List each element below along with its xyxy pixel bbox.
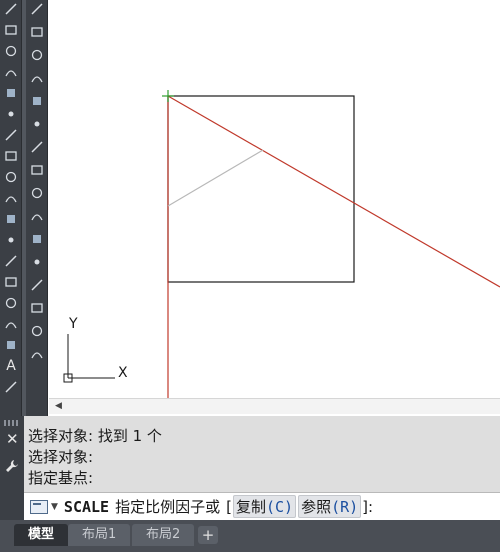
break-icon[interactable] xyxy=(29,255,45,269)
polyline-icon[interactable] xyxy=(3,44,19,58)
command-history: 选择对象: 找到 1 个 选择对象: 指定基点: xyxy=(28,426,496,489)
join-icon[interactable] xyxy=(29,278,45,292)
add-selected-icon[interactable] xyxy=(3,380,19,394)
region-icon[interactable] xyxy=(3,317,19,331)
option-bracket-open: [ xyxy=(226,497,232,516)
command-history-line: 选择对象: 找到 1 个 xyxy=(28,427,162,445)
mirror-icon[interactable] xyxy=(29,48,45,62)
drawing-canvas[interactable]: Y X xyxy=(49,0,500,398)
tab-layout1[interactable]: 布局1 xyxy=(68,524,131,546)
chamfer-icon[interactable] xyxy=(29,301,45,315)
insert-block-icon[interactable] xyxy=(3,212,19,226)
option-reference-button[interactable]: 参照(R) xyxy=(298,495,362,518)
scale-icon[interactable] xyxy=(29,163,45,177)
tab-layout2[interactable]: 布局2 xyxy=(132,524,195,546)
ucs-icon: Y X xyxy=(63,316,128,383)
line-icon[interactable] xyxy=(3,2,19,16)
option-copy-button[interactable]: 复制(C) xyxy=(232,495,297,518)
arc-icon[interactable] xyxy=(3,107,19,121)
gradient-icon[interactable] xyxy=(3,296,19,310)
command-line-input[interactable]: ▼ SCALE 指定比例因子或 [ 复制(C) 参照(R) ]: xyxy=(24,492,500,520)
command-window-sidebar: ✕ xyxy=(0,416,24,520)
command-history-line: 指定基点: xyxy=(28,469,94,487)
option-reference-key: (R) xyxy=(331,498,359,516)
polygon-icon[interactable] xyxy=(3,65,19,79)
rotate-icon[interactable] xyxy=(29,140,45,154)
scale-preview-line xyxy=(167,149,264,207)
horizontal-scrollbar[interactable]: ◀ xyxy=(49,398,500,414)
text-icon[interactable]: A xyxy=(3,358,19,374)
revcloud-icon[interactable] xyxy=(3,149,19,163)
copy-icon[interactable] xyxy=(29,25,45,39)
scroll-left-arrow-icon[interactable]: ◀ xyxy=(55,401,62,411)
command-prompt: SCALE 指定比例因子或 [ 复制(C) 参照(R) ]: xyxy=(64,495,373,518)
rectangle-icon[interactable] xyxy=(3,86,19,100)
command-prompt-icon[interactable] xyxy=(30,499,48,514)
table-icon[interactable] xyxy=(3,338,19,352)
command-history-line: 选择对象: xyxy=(28,448,94,466)
explode-icon[interactable] xyxy=(29,347,45,361)
wrench-icon[interactable] xyxy=(5,459,19,473)
option-copy-label: 复制 xyxy=(235,498,266,516)
tab-model[interactable]: 模型 xyxy=(14,524,69,546)
chevron-down-icon[interactable]: ▼ xyxy=(51,502,58,512)
point-icon[interactable] xyxy=(3,254,19,268)
draw-toolbar xyxy=(0,0,22,416)
erase-icon[interactable] xyxy=(29,2,45,16)
hatch-icon[interactable] xyxy=(3,275,19,289)
command-prompt-text: 指定比例因子或 xyxy=(115,498,221,516)
circle-icon[interactable] xyxy=(3,128,19,142)
ellipse-icon[interactable] xyxy=(3,191,19,205)
fillet-icon[interactable] xyxy=(29,324,45,338)
ucs-x-label: X xyxy=(118,365,128,381)
array-icon[interactable] xyxy=(29,94,45,108)
option-reference-label: 参照 xyxy=(301,498,332,516)
option-copy-key: (C) xyxy=(265,498,294,516)
command-window-grip-icon[interactable] xyxy=(4,420,20,426)
offset-icon[interactable] xyxy=(29,71,45,85)
option-bracket-close: ]: xyxy=(362,497,374,516)
trim-icon[interactable] xyxy=(29,209,45,223)
spline-icon[interactable] xyxy=(3,170,19,184)
rubber-band-diagonal-line xyxy=(167,95,500,288)
stretch-icon[interactable] xyxy=(29,186,45,200)
extend-icon[interactable] xyxy=(29,232,45,246)
layout-tab-bar: 模型 布局1 布局2 + xyxy=(0,520,500,552)
drawing-svg: Y X xyxy=(63,90,500,398)
current-command-name: SCALE xyxy=(63,497,110,516)
command-window: ✕ 选择对象: 找到 1 个 选择对象: 指定基点: ▼ SCALE 指定比例因… xyxy=(0,416,500,520)
make-block-icon[interactable] xyxy=(3,233,19,247)
xline-icon[interactable] xyxy=(3,23,19,37)
add-layout-button[interactable]: + xyxy=(198,526,218,544)
move-icon[interactable] xyxy=(29,117,45,131)
ucs-y-label: Y xyxy=(68,316,78,332)
close-icon[interactable]: ✕ xyxy=(6,432,19,447)
